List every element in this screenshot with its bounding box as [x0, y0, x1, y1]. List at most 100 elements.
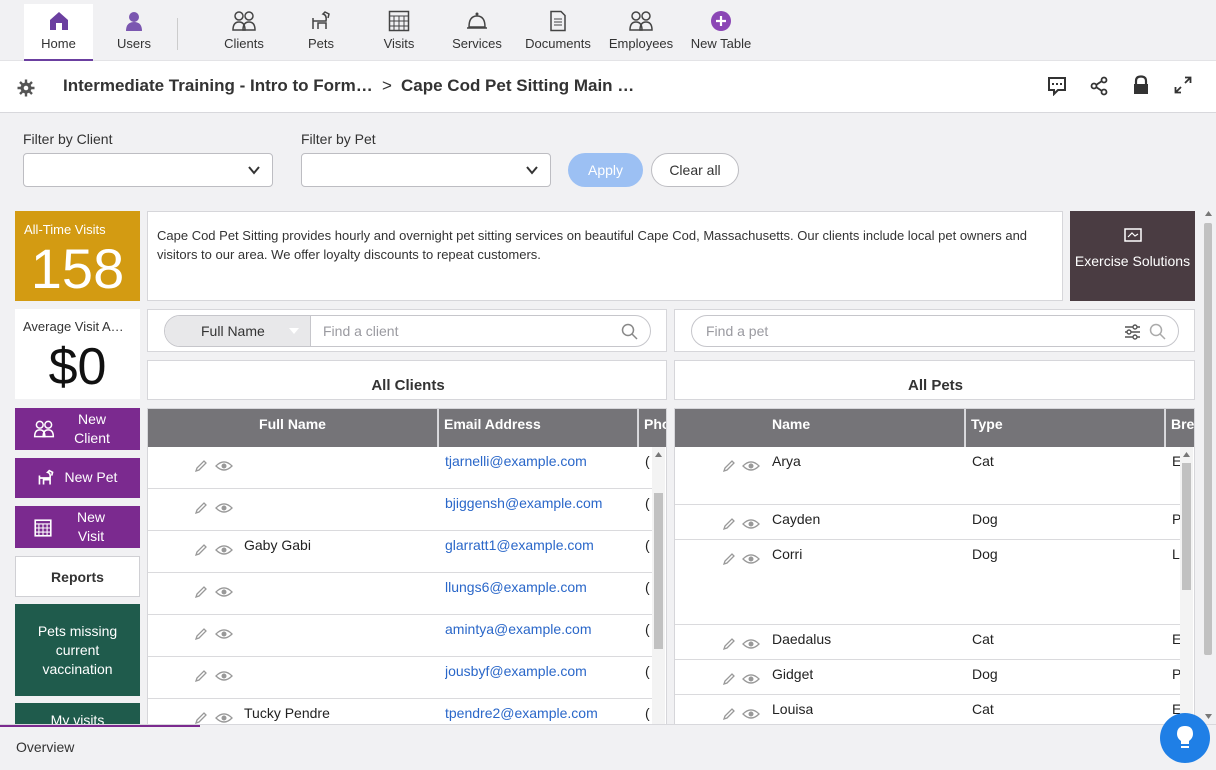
- nav-users[interactable]: Users: [104, 4, 164, 61]
- filter-sliders-icon[interactable]: [1124, 323, 1141, 340]
- gear-icon[interactable]: [17, 79, 35, 97]
- pet-type: Cat: [972, 701, 994, 717]
- nav-services[interactable]: Services: [446, 4, 508, 61]
- search-icon[interactable]: [1149, 323, 1166, 340]
- eye-icon[interactable]: [215, 712, 233, 724]
- scrollbar-thumb[interactable]: [1182, 463, 1191, 590]
- table-row[interactable]: Corri Dog L: [675, 540, 1180, 625]
- scrollbar-thumb[interactable]: [1204, 223, 1212, 655]
- client-email[interactable]: bjiggensh@example.com: [445, 495, 602, 511]
- table-row[interactable]: Tucky Pendre tpendre2@example.com (: [148, 699, 652, 725]
- table-row[interactable]: amintya@example.com (: [148, 615, 652, 657]
- eye-icon[interactable]: [215, 586, 233, 598]
- nav-employees[interactable]: Employees: [606, 4, 676, 61]
- table-row[interactable]: tjarnelli@example.com (: [148, 447, 652, 489]
- table-row[interactable]: Louisa Cat E: [675, 695, 1181, 724]
- new-client-button[interactable]: New Client: [15, 408, 140, 450]
- filter-pet-select[interactable]: [301, 153, 551, 187]
- search-icon[interactable]: [621, 323, 638, 340]
- nav-clients[interactable]: Clients: [214, 4, 274, 61]
- pencil-icon[interactable]: [722, 637, 736, 651]
- eye-icon[interactable]: [742, 673, 760, 685]
- pet-type: Dog: [972, 546, 998, 562]
- eye-icon[interactable]: [215, 670, 233, 682]
- employees-icon: [629, 11, 653, 31]
- eye-icon[interactable]: [742, 708, 760, 720]
- eye-icon[interactable]: [215, 628, 233, 640]
- exercise-solutions-button[interactable]: Exercise Solutions: [1070, 211, 1195, 301]
- pencil-icon[interactable]: [722, 707, 736, 721]
- clear-all-button[interactable]: Clear all: [651, 153, 739, 187]
- column-header-name[interactable]: Name: [675, 409, 965, 447]
- pet-search-panel: Find a pet: [674, 309, 1195, 352]
- eye-icon[interactable]: [742, 460, 760, 472]
- table-row[interactable]: Gaby Gabi glarratt1@example.com (: [148, 531, 652, 573]
- my-visits-tile[interactable]: My visits: [15, 703, 140, 725]
- scroll-up-arrow-icon[interactable]: [1205, 211, 1212, 216]
- pencil-icon[interactable]: [194, 627, 208, 641]
- client-email[interactable]: llungs6@example.com: [445, 579, 587, 595]
- lock-icon[interactable]: [1132, 75, 1150, 95]
- pencil-icon[interactable]: [194, 585, 208, 599]
- tab-overview[interactable]: Overview: [16, 739, 74, 755]
- pets-missing-vaccination-tile[interactable]: Pets missing current vaccination: [15, 604, 140, 696]
- scroll-down-arrow-icon[interactable]: [1205, 714, 1212, 719]
- pencil-icon[interactable]: [194, 711, 208, 725]
- client-email[interactable]: tjarnelli@example.com: [445, 453, 587, 469]
- column-header-full-name[interactable]: Full Name: [148, 409, 438, 447]
- nav-visits[interactable]: Visits: [374, 4, 424, 61]
- breadcrumb-app[interactable]: Intermediate Training - Intro to Form…: [63, 76, 373, 96]
- nav-documents[interactable]: Documents: [523, 4, 593, 61]
- nav-new-table[interactable]: New Table: [688, 4, 754, 61]
- column-header-email[interactable]: Email Address: [438, 409, 638, 447]
- pencil-icon[interactable]: [194, 669, 208, 683]
- page-scrollbar[interactable]: [1202, 211, 1214, 723]
- clients-table-scrollbar[interactable]: [652, 447, 665, 724]
- pets-table-scrollbar[interactable]: [1180, 447, 1193, 724]
- pencil-icon[interactable]: [194, 459, 208, 473]
- pencil-icon[interactable]: [722, 517, 736, 531]
- table-row[interactable]: bjiggensh@example.com (: [148, 489, 652, 531]
- eye-icon[interactable]: [742, 553, 760, 565]
- eye-icon[interactable]: [742, 638, 760, 650]
- client-email[interactable]: amintya@example.com: [445, 621, 592, 637]
- filter-client-select[interactable]: [23, 153, 273, 187]
- eye-icon[interactable]: [215, 502, 233, 514]
- table-row[interactable]: llungs6@example.com (: [148, 573, 652, 615]
- table-row[interactable]: jousbyf@example.com (: [148, 657, 652, 699]
- share-icon[interactable]: [1089, 76, 1109, 96]
- reports-button[interactable]: Reports: [15, 556, 140, 597]
- client-search-field-select[interactable]: Full Name: [165, 316, 311, 346]
- scroll-up-arrow-icon[interactable]: [1183, 452, 1190, 457]
- table-row[interactable]: Arya Cat E: [675, 447, 1181, 505]
- expand-icon[interactable]: [1174, 76, 1192, 94]
- apply-button[interactable]: Apply: [568, 153, 643, 187]
- new-visit-button[interactable]: New Visit: [15, 506, 140, 548]
- help-button[interactable]: [1160, 713, 1210, 763]
- pencil-icon[interactable]: [722, 672, 736, 686]
- column-header-breed[interactable]: Bre: [1165, 409, 1194, 447]
- eye-icon[interactable]: [215, 544, 233, 556]
- pencil-icon[interactable]: [194, 501, 208, 515]
- client-email[interactable]: glarratt1@example.com: [445, 537, 594, 553]
- client-email[interactable]: jousbyf@example.com: [445, 663, 587, 679]
- nav-home[interactable]: Home: [24, 4, 93, 61]
- client-search-input[interactable]: Find a client: [323, 323, 398, 339]
- scroll-up-arrow-icon[interactable]: [655, 452, 662, 457]
- pencil-icon[interactable]: [722, 459, 736, 473]
- eye-icon[interactable]: [215, 460, 233, 472]
- new-pet-button[interactable]: New Pet: [15, 458, 140, 498]
- scrollbar-thumb[interactable]: [654, 493, 663, 649]
- nav-pets[interactable]: Pets: [296, 4, 346, 61]
- pencil-icon[interactable]: [194, 543, 208, 557]
- table-row[interactable]: Gidget Dog P: [675, 660, 1181, 695]
- table-row[interactable]: Cayden Dog P: [675, 505, 1181, 540]
- eye-icon[interactable]: [742, 518, 760, 530]
- client-email[interactable]: tpendre2@example.com: [445, 705, 598, 721]
- column-header-type[interactable]: Type: [965, 409, 1165, 447]
- comment-icon[interactable]: [1047, 76, 1067, 96]
- column-header-phone[interactable]: Pho: [638, 409, 666, 447]
- table-row[interactable]: Daedalus Cat E: [675, 625, 1181, 660]
- pencil-icon[interactable]: [722, 552, 736, 566]
- pet-search-input[interactable]: Find a pet: [706, 323, 768, 339]
